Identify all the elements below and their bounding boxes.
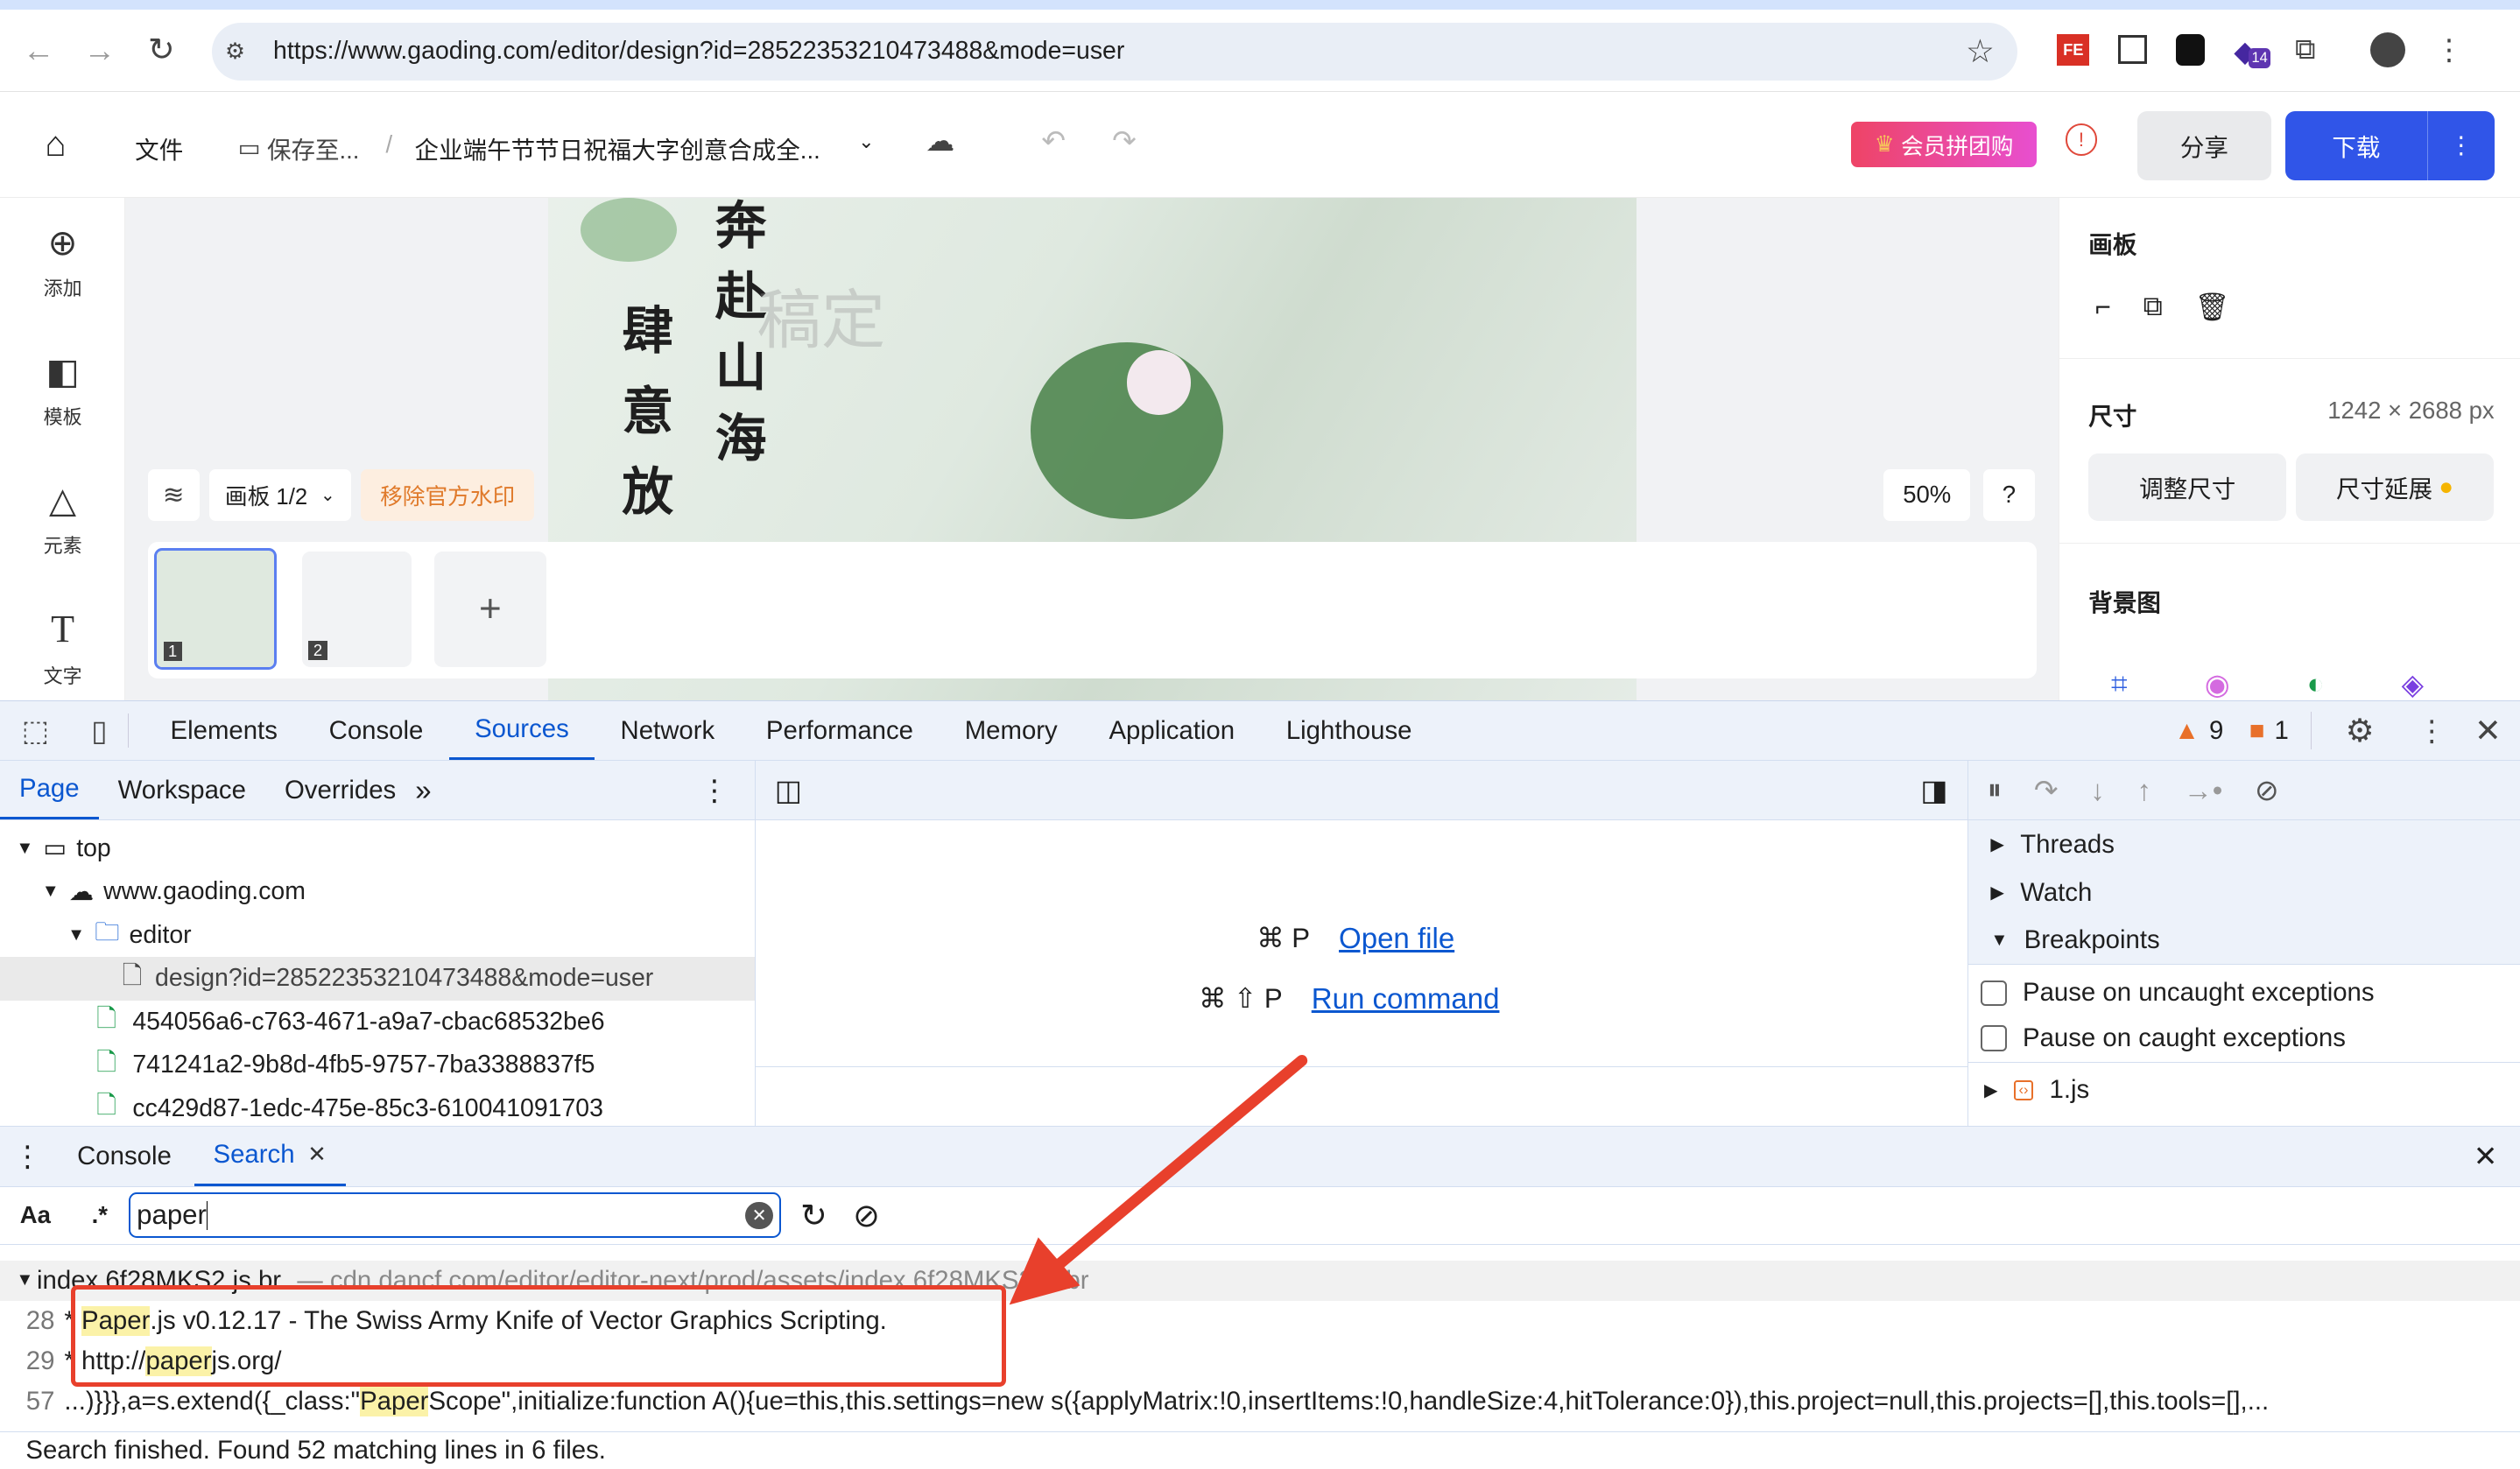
annotation-arrow	[1009, 1055, 1308, 1305]
